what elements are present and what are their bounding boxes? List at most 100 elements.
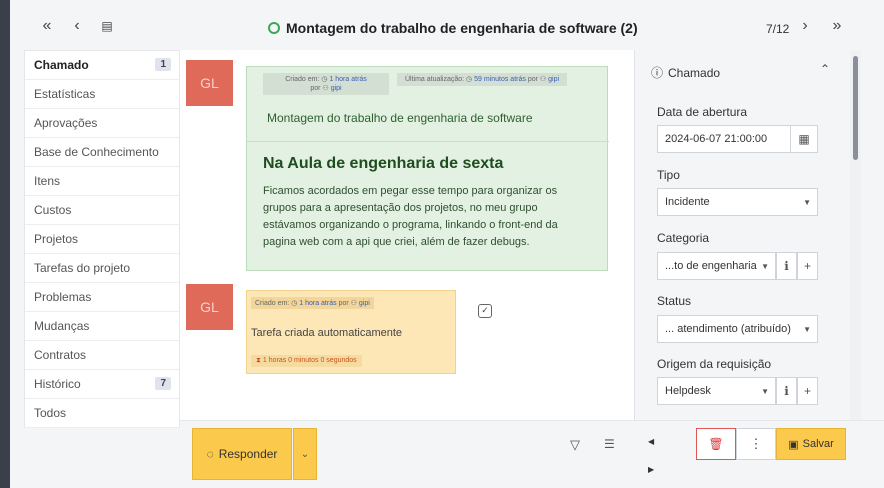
author-link[interactable]: gipi	[331, 85, 342, 92]
ticket-panel: ⓘ Chamado ⌃ Data de abertura 2024-06-07 …	[634, 50, 850, 420]
sort-list-icon[interactable]: ☰	[604, 437, 615, 451]
sidebar-item-itens[interactable]: Itens	[25, 167, 179, 196]
caret-left-icon[interactable]: ◀	[648, 437, 654, 446]
type-select[interactable]: Incidente ▼	[657, 188, 818, 216]
top-bar: « ‹ ▤ Montagem do trabalho de engenharia…	[10, 0, 884, 50]
reply-options-button[interactable]: ⌄	[293, 428, 317, 480]
clock-icon: ◷	[291, 300, 298, 307]
divider	[247, 141, 609, 142]
category-select[interactable]: ...to de engenharia ▼	[657, 252, 776, 280]
opening-date-value: 2024-06-07 21:00:00	[665, 133, 768, 145]
hourglass-icon: ⧗	[256, 357, 261, 364]
sidebar-item-custos[interactable]: Custos	[25, 196, 179, 225]
task-check-icon[interactable]: ✓	[478, 304, 492, 318]
status-circle-icon	[268, 22, 280, 34]
field-label: Status	[657, 294, 692, 308]
ticket-title-wrap: Montagem do trabalho de engenharia de so…	[268, 20, 638, 36]
updated-meta: Última atualização: ◷ 59 minutos atrás p…	[397, 73, 567, 86]
trash-icon: 🗑	[708, 437, 724, 451]
caret-down-icon: ▼	[803, 198, 811, 207]
panel-scrollbar[interactable]	[853, 56, 858, 160]
followup-heading: Na Aula de engenharia de sexta	[263, 155, 504, 172]
app-window: « ‹ ▤ Montagem do trabalho de engenharia…	[10, 0, 884, 488]
created-label: Criado em:	[255, 300, 290, 307]
save-button[interactable]: ▣ Salvar	[776, 428, 846, 460]
request-source-select[interactable]: Helpdesk ▼	[657, 377, 776, 405]
sidebar-item-label: Custos	[34, 203, 72, 217]
user-icon: ⚇	[539, 76, 547, 83]
field-label: Data de abertura	[657, 105, 748, 119]
updated-time-link[interactable]: 59 minutos atrás	[474, 76, 526, 83]
task-created-meta: Criado em: ◷ 1 hora atrás por ⚇ gipi	[251, 297, 374, 309]
double-chevron-right-icon[interactable]: »	[828, 18, 846, 34]
speech-bubble-icon: ◌	[206, 447, 214, 461]
sidebar-item-label: Tarefas do projeto	[34, 261, 131, 275]
created-meta: Criado em: ◷ 1 hora atrás por ⚇ gipi	[263, 73, 389, 95]
sidebar-item-label: Problemas	[34, 290, 92, 304]
user-icon: ⚇	[350, 300, 357, 307]
request-source-value: Helpdesk	[665, 385, 711, 397]
panel-actions: ◀ ▶ 🗑 ⋮ ▣ Salvar	[634, 420, 884, 488]
info-icon: ⓘ	[651, 66, 664, 80]
reply-button-label: Responder	[218, 447, 278, 461]
plus-icon[interactable]: +	[797, 377, 818, 405]
sidebar-item-todos[interactable]: Todos	[25, 399, 179, 428]
author-link[interactable]: gipi	[359, 300, 370, 307]
floppy-icon: ▣	[788, 438, 799, 451]
sidebar-item-aprovacoes[interactable]: Aprovações	[25, 109, 179, 138]
plus-icon[interactable]: +	[797, 252, 818, 280]
status-select[interactable]: ... atendimento (atribuído) ▼	[657, 315, 818, 343]
created-label: Criado em:	[285, 76, 320, 83]
opening-date-field[interactable]: 2024-06-07 21:00:00	[657, 125, 791, 153]
sidebar-item-label: Todos	[34, 406, 67, 420]
sidebar-item-tarefas-projeto[interactable]: Tarefas do projeto	[25, 254, 179, 283]
clock-icon: ◷	[466, 76, 473, 83]
double-chevron-left-icon[interactable]: «	[38, 18, 56, 34]
info-icon[interactable]: ℹ	[776, 377, 797, 405]
sidebar-item-historico[interactable]: Histórico 7	[25, 370, 179, 399]
followup-body: Ficamos acordados em pegar esse tempo pa…	[263, 185, 558, 248]
sidebar-item-projetos[interactable]: Projetos	[25, 225, 179, 254]
sidebar: Chamado 1 Estatísticas Aprovações Base d…	[24, 50, 180, 428]
sidebar-item-label: Base de Conhecimento	[34, 145, 159, 159]
delete-button[interactable]: 🗑	[696, 428, 736, 460]
sidebar-item-base-conhecimento[interactable]: Base de Conhecimento	[25, 138, 179, 167]
created-time-link[interactable]: 1 hora atrás	[329, 76, 366, 83]
type-value: Incidente	[665, 196, 710, 208]
filter-icon[interactable]: ▽	[570, 437, 580, 453]
by-label: por	[310, 85, 321, 92]
caret-right-icon[interactable]: ▶	[648, 465, 654, 474]
info-icon[interactable]: ℹ	[776, 252, 797, 280]
followup-card: Criado em: ◷ 1 hora atrás por ⚇ gipi Últ…	[246, 66, 609, 271]
updated-label: Última atualização:	[404, 76, 465, 83]
field-label: Origem da requisição	[657, 357, 772, 371]
status-value: ... atendimento (atribuído)	[665, 323, 791, 335]
by-label: por	[527, 76, 538, 83]
calendar-icon[interactable]: ▦	[790, 125, 818, 153]
field-label: Tipo	[657, 168, 680, 182]
sidebar-item-label: Chamado	[34, 58, 89, 72]
sidebar-item-label: Histórico	[34, 377, 81, 391]
sidebar-item-label: Estatísticas	[34, 87, 96, 101]
sidebar-item-mudancas[interactable]: Mudanças	[25, 312, 179, 341]
more-options-button[interactable]: ⋮	[736, 428, 776, 460]
task-text: Tarefa criada automaticamente	[251, 327, 403, 339]
chevron-left-icon[interactable]: ‹	[68, 18, 86, 34]
sidebar-item-contratos[interactable]: Contratos	[25, 341, 179, 370]
task-duration-value: 1 horas 0 minutos 0 segundos	[262, 357, 357, 364]
sidebar-item-estatisticas[interactable]: Estatísticas	[25, 80, 179, 109]
chevron-right-icon[interactable]: ›	[796, 18, 814, 34]
clock-icon: ◷	[321, 76, 328, 83]
sidebar-item-label: Itens	[34, 174, 61, 188]
user-icon: ⚇	[322, 85, 329, 92]
panel-header[interactable]: ⓘ Chamado	[651, 64, 720, 81]
sidebar-item-problemas[interactable]: Problemas	[25, 283, 179, 312]
chevron-up-icon[interactable]: ⌃	[820, 62, 830, 76]
created-time-link[interactable]: 1 hora atrás	[299, 300, 336, 307]
timeline-actions: ◌ Responder ⌄ ▽ ☰	[180, 420, 634, 488]
sidebar-item-chamado[interactable]: Chamado 1	[25, 51, 179, 80]
keyboard-icon[interactable]: ▤	[98, 18, 116, 34]
avatar: GL	[186, 60, 233, 106]
editor-link[interactable]: gipi	[548, 76, 559, 83]
reply-button[interactable]: ◌ Responder	[192, 428, 292, 480]
